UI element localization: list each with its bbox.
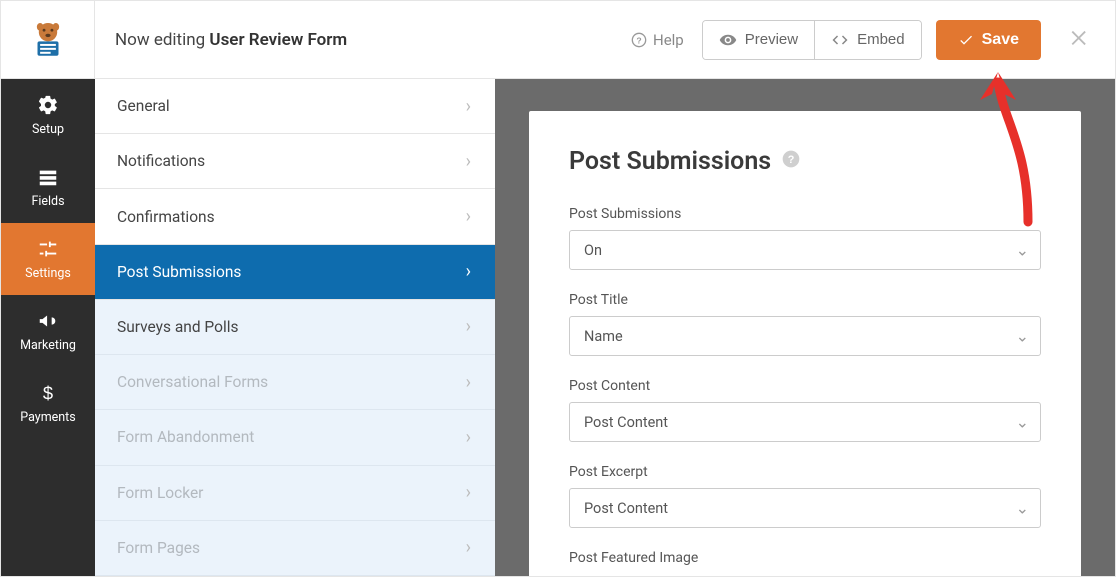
select-value: Post Content bbox=[569, 488, 1041, 528]
chevron-right-icon: › bbox=[466, 206, 471, 227]
field-post-submissions: Post Submissions On ⌄ bbox=[569, 206, 1041, 270]
settings-item-locker[interactable]: Form Locker › bbox=[95, 466, 495, 521]
settings-item-confirmations[interactable]: Confirmations › bbox=[95, 189, 495, 244]
select-value: Name bbox=[569, 316, 1041, 356]
svg-text:?: ? bbox=[636, 35, 641, 45]
post-submissions-panel: Post Submissions ? Post Submissions On ⌄… bbox=[529, 111, 1081, 576]
preview-button[interactable]: Preview bbox=[703, 21, 814, 59]
editing-prefix: Now editing bbox=[115, 30, 209, 50]
check-icon bbox=[958, 32, 974, 48]
settings-item-label: Form Pages bbox=[117, 539, 200, 557]
settings-item-label: Form Abandonment bbox=[117, 428, 254, 446]
form-name: User Review Form bbox=[209, 30, 347, 50]
nav-fields-label: Fields bbox=[31, 194, 64, 209]
nav-payments[interactable]: $ Payments bbox=[1, 367, 95, 439]
wpforms-logo[interactable] bbox=[1, 1, 95, 79]
help-label: Help bbox=[653, 31, 684, 49]
preview-label: Preview bbox=[745, 31, 798, 48]
field-label: Post Title bbox=[569, 292, 1041, 308]
settings-item-label: Conversational Forms bbox=[117, 373, 268, 391]
settings-item-pages[interactable]: Form Pages › bbox=[95, 521, 495, 576]
help-tooltip-icon[interactable]: ? bbox=[781, 147, 801, 176]
chevron-right-icon: › bbox=[466, 96, 471, 117]
settings-item-label: Form Locker bbox=[117, 484, 203, 502]
top-bar: Now editing User Review Form ? Help Prev… bbox=[1, 1, 1115, 79]
settings-item-abandonment[interactable]: Form Abandonment › bbox=[95, 410, 495, 465]
chevron-right-icon: › bbox=[466, 427, 471, 448]
megaphone-icon bbox=[37, 310, 59, 332]
nav-setup-label: Setup bbox=[32, 122, 64, 137]
select-post-excerpt[interactable]: Post Content ⌄ bbox=[569, 488, 1041, 528]
nav-payments-label: Payments bbox=[20, 410, 75, 425]
field-post-title: Post Title Name ⌄ bbox=[569, 292, 1041, 356]
settings-item-conversational[interactable]: Conversational Forms › bbox=[95, 355, 495, 410]
field-label: Post Content bbox=[569, 378, 1041, 394]
select-value: Post Content bbox=[569, 402, 1041, 442]
preview-area: Post Submissions ? Post Submissions On ⌄… bbox=[495, 79, 1115, 576]
nav-setup[interactable]: Setup bbox=[1, 79, 95, 151]
app-root: Now editing User Review Form ? Help Prev… bbox=[0, 0, 1116, 577]
preview-embed-group: Preview Embed bbox=[702, 20, 922, 60]
help-icon: ? bbox=[631, 32, 647, 48]
list-icon bbox=[37, 166, 59, 188]
eye-icon bbox=[719, 31, 737, 49]
chevron-right-icon: › bbox=[466, 372, 471, 393]
help-link[interactable]: ? Help bbox=[631, 31, 684, 49]
nav-fields[interactable]: Fields bbox=[1, 151, 95, 223]
settings-item-label: Confirmations bbox=[117, 208, 215, 226]
select-post-submissions[interactable]: On ⌄ bbox=[569, 230, 1041, 270]
main-area: Setup Fields Settings Marketing $ Paymen… bbox=[1, 79, 1115, 576]
field-post-content: Post Content Post Content ⌄ bbox=[569, 378, 1041, 442]
panel-title-text: Post Submissions bbox=[569, 147, 771, 176]
close-button[interactable] bbox=[1069, 27, 1091, 53]
settings-item-surveys[interactable]: Surveys and Polls › bbox=[95, 300, 495, 355]
chevron-right-icon: › bbox=[466, 482, 471, 503]
close-icon bbox=[1069, 27, 1091, 49]
settings-item-general[interactable]: General › bbox=[95, 79, 495, 134]
embed-icon bbox=[831, 31, 849, 49]
settings-item-label: Surveys and Polls bbox=[117, 318, 238, 336]
field-label: Post Featured Image bbox=[569, 550, 1041, 566]
field-post-featured-image: Post Featured Image bbox=[569, 550, 1041, 566]
nav-marketing-label: Marketing bbox=[20, 338, 76, 353]
chevron-right-icon: › bbox=[466, 261, 471, 282]
save-label: Save bbox=[982, 31, 1019, 49]
chevron-right-icon: › bbox=[466, 151, 471, 172]
dollar-icon: $ bbox=[37, 382, 59, 404]
select-value: On bbox=[569, 230, 1041, 270]
embed-label: Embed bbox=[857, 31, 905, 48]
svg-text:$: $ bbox=[43, 382, 53, 403]
panel-title: Post Submissions ? bbox=[569, 147, 1041, 176]
gear-icon bbox=[37, 94, 59, 116]
settings-item-label: Post Submissions bbox=[117, 263, 241, 281]
left-nav: Setup Fields Settings Marketing $ Paymen… bbox=[1, 79, 95, 576]
settings-item-post-submissions[interactable]: Post Submissions › bbox=[95, 245, 495, 300]
chevron-right-icon: › bbox=[466, 537, 471, 558]
nav-settings[interactable]: Settings bbox=[1, 223, 95, 295]
chevron-right-icon: › bbox=[466, 316, 471, 337]
settings-menu: General › Notifications › Confirmations … bbox=[95, 79, 495, 576]
embed-button[interactable]: Embed bbox=[814, 21, 921, 59]
editing-label: Now editing User Review Form bbox=[95, 30, 347, 50]
field-post-excerpt: Post Excerpt Post Content ⌄ bbox=[569, 464, 1041, 528]
nav-settings-label: Settings bbox=[25, 266, 71, 281]
settings-item-label: Notifications bbox=[117, 152, 205, 170]
field-label: Post Excerpt bbox=[569, 464, 1041, 480]
select-post-title[interactable]: Name ⌄ bbox=[569, 316, 1041, 356]
save-button[interactable]: Save bbox=[936, 20, 1041, 60]
nav-marketing[interactable]: Marketing bbox=[1, 295, 95, 367]
settings-item-notifications[interactable]: Notifications › bbox=[95, 134, 495, 189]
sliders-icon bbox=[37, 238, 59, 260]
svg-text:?: ? bbox=[788, 154, 795, 166]
field-label: Post Submissions bbox=[569, 206, 1041, 222]
settings-item-label: General bbox=[117, 97, 170, 115]
select-post-content[interactable]: Post Content ⌄ bbox=[569, 402, 1041, 442]
wpforms-logo-icon bbox=[27, 19, 69, 61]
